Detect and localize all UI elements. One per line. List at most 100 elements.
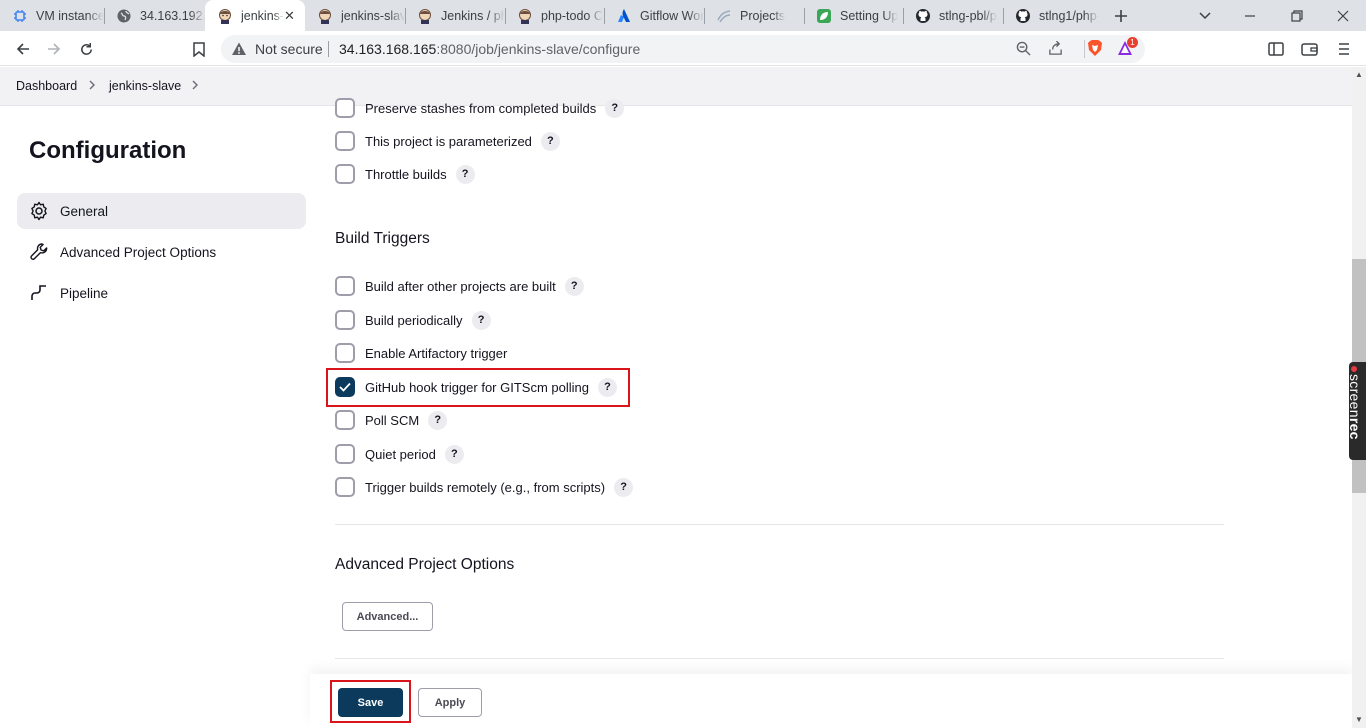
browser-tab[interactable]: jenkins-slav [305,0,405,31]
browser-toolbar: Not secure 34.163.168.165:8080/job/jenki… [0,31,1366,66]
close-window-icon[interactable] [1331,4,1355,28]
tab-search-icon[interactable] [1193,4,1217,28]
trigger-builds-remotely[interactable]: Trigger builds remotely (e.g., from scri… [335,476,634,498]
browser-tab[interactable]: 34.163.192. [104,0,206,31]
sidebar-item-pipeline[interactable]: Pipeline [17,275,306,311]
security-status[interactable]: Not secure [255,41,323,57]
projects-icon [716,8,732,24]
browser-tab[interactable]: Setting Up [804,0,904,31]
checkbox[interactable] [335,444,355,464]
checkbox[interactable] [335,276,355,296]
option-preserve-stashes[interactable]: Preserve stashes from completed builds ? [335,97,625,119]
warning-icon[interactable] [231,41,247,62]
tab-title: Setting Up [840,8,899,23]
screenrec-watermark: screenrec [1347,362,1366,460]
minimize-icon[interactable] [1238,4,1262,28]
help-icon[interactable]: ? [564,276,584,296]
jenkins-icon [417,8,433,24]
tab-title: stlng1/php- [1039,8,1099,23]
address-bar[interactable]: Not secure 34.163.168.165:8080/job/jenki… [221,35,1145,63]
browser-tab[interactable]: stlng1/php- [1003,0,1099,31]
menu-icon[interactable] [1331,36,1357,62]
rewards-badge: 1 [1127,37,1138,48]
checkbox[interactable] [335,410,355,430]
sidebar-item-label: Pipeline [60,285,109,301]
sidebar-item-label: Advanced Project Options [60,244,217,260]
advanced-button[interactable]: Advanced... [342,602,433,631]
breadcrumb-dashboard[interactable]: Dashboard [16,79,77,93]
highlight-box-github-trigger [326,368,630,407]
option-parameterized[interactable]: This project is parameterized ? [335,130,560,152]
apply-button[interactable]: Apply [418,688,482,717]
section-divider [335,658,1224,659]
section-title-advanced-options: Advanced Project Options [335,556,515,573]
watermark-suffix: rec [1347,417,1363,440]
breadcrumb: Dashboard jenkins-slave [0,67,1352,106]
checkbox[interactable] [335,98,355,118]
gear-icon [29,201,49,221]
help-icon[interactable]: ? [605,98,625,118]
zoom-icon[interactable] [1016,41,1031,61]
checkbox[interactable] [335,477,355,497]
atlassian-icon [616,8,632,24]
browser-tab[interactable]: VM instance [0,0,104,31]
url-text[interactable]: 34.163.168.165:8080/job/jenkins-slave/co… [339,41,640,57]
reload-icon[interactable] [73,36,99,62]
help-icon[interactable]: ? [455,164,475,184]
trigger-build-periodically[interactable]: Build periodically ? [335,309,491,331]
option-label: Build after other projects are built [365,278,556,294]
browser-tab-strip: VM instance 34.163.192. jenkins- ✕ jenki… [0,0,1366,31]
restore-icon[interactable] [1285,4,1309,28]
trigger-quiet-period[interactable]: Quiet period ? [335,443,464,465]
tab-title: jenkins-slav [341,8,405,23]
scroll-down-arrow-icon[interactable]: ▼ [1352,713,1366,727]
browser-tab[interactable]: Jenkins / ph [405,0,505,31]
checkbox[interactable] [335,131,355,151]
wrench-icon [29,242,49,262]
browser-tab-active[interactable]: jenkins- ✕ [205,0,305,31]
scroll-up-arrow-icon[interactable]: ▲ [1352,68,1366,82]
checkbox[interactable] [335,343,355,363]
option-throttle-builds[interactable]: Throttle builds ? [335,163,475,185]
help-icon[interactable]: ? [540,131,560,151]
trigger-poll-scm[interactable]: Poll SCM ? [335,409,448,431]
sidebar-item-advanced-project-options[interactable]: Advanced Project Options [17,234,306,270]
help-icon[interactable]: ? [471,310,491,330]
share-icon[interactable] [1048,40,1063,61]
option-label: Enable Artifactory trigger [365,345,508,361]
brave-rewards-icon[interactable]: 1 [1117,37,1138,62]
breadcrumb-job[interactable]: jenkins-slave [109,79,181,93]
trigger-artifactory[interactable]: Enable Artifactory trigger [335,342,507,364]
browser-tab[interactable]: stlng-pbl/p [903,0,1003,31]
forward-icon[interactable] [41,36,67,62]
help-icon[interactable]: ? [444,444,464,464]
bookmark-icon[interactable] [186,36,212,62]
browser-tab[interactable]: Projects [704,0,804,31]
sidebar-item-label: General [60,203,109,219]
checkbox[interactable] [335,310,355,330]
help-icon[interactable]: ? [428,410,448,430]
chevron-right-icon [88,79,96,93]
close-tab-icon[interactable]: ✕ [282,8,297,23]
gcp-compute-icon [12,8,28,24]
checkbox[interactable] [335,164,355,184]
chevron-right-icon[interactable] [191,79,199,93]
new-tab-icon[interactable] [1109,4,1133,28]
brave-shields-icon[interactable] [1087,39,1103,62]
tab-title: Gitflow Wor [640,8,704,23]
help-icon[interactable]: ? [614,477,634,497]
sidebar-item-general[interactable]: General [17,193,306,229]
browser-tab[interactable]: php-todo C [505,0,605,31]
page-title: Configuration [29,137,187,164]
github-icon [1015,8,1031,24]
browser-tab[interactable]: Gitflow Wor [604,0,704,31]
wallet-icon[interactable] [1296,36,1322,62]
tab-title: VM instance [36,8,104,23]
option-label: Preserve stashes from completed builds [365,100,597,116]
sidebar-toggle-icon[interactable] [1263,36,1289,62]
watermark-text: screenrec [1347,366,1363,464]
option-label: Throttle builds [365,166,447,182]
trigger-build-after-other-projects[interactable]: Build after other projects are built ? [335,275,584,297]
back-icon[interactable] [10,36,36,62]
globe-icon [116,8,132,24]
